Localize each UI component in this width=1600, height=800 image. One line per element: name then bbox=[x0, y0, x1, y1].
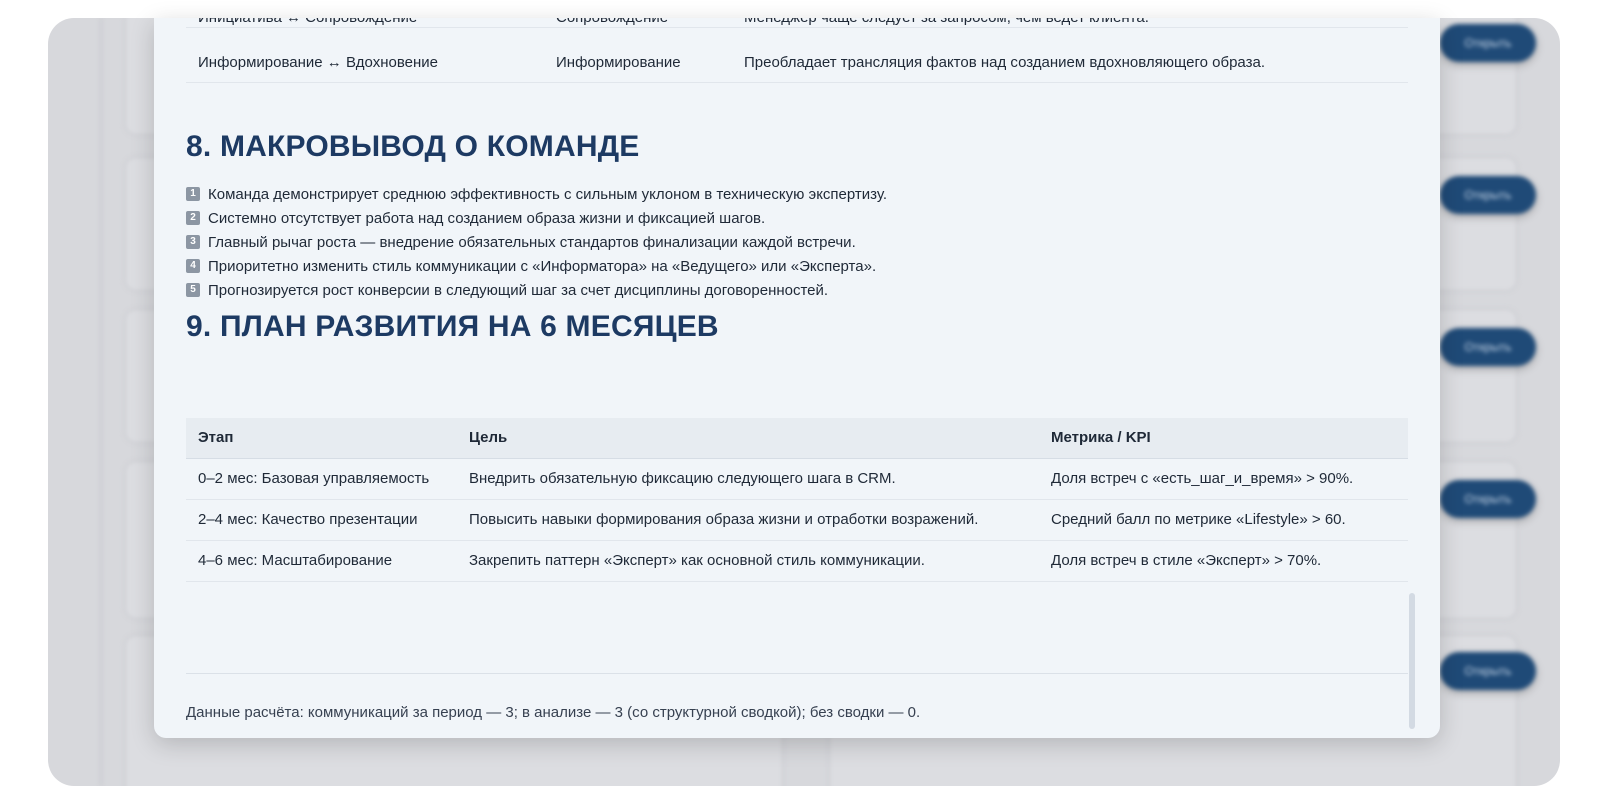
dominant-cell: Сопровождение bbox=[556, 18, 668, 26]
shift-cell: Инициатива ↔ Сопровождение bbox=[198, 18, 417, 26]
backdrop-rail bbox=[100, 18, 102, 786]
conclusion-list: 1 Команда демонстрирует среднюю эффективн… bbox=[186, 182, 887, 302]
section-title-plan: 9. ПЛАН РАЗВИТИЯ НА 6 МЕСЯЦЕВ bbox=[186, 310, 719, 343]
number-5-icon: 5 bbox=[186, 283, 200, 297]
table-row: 2–4 мес: Качество презентации Повысить н… bbox=[186, 499, 1408, 541]
metric-cell: Доля встреч в стиле «Эксперт» > 70%. bbox=[1039, 540, 1408, 582]
shift-table: Инициатива ↔ Сопровождение Сопровождение… bbox=[186, 18, 1408, 83]
list-item-text: Команда демонстрирует среднюю эффективно… bbox=[208, 185, 888, 203]
dominant-cell: Информирование bbox=[556, 54, 681, 71]
number-2-icon: 2 bbox=[186, 211, 200, 225]
list-item-text: Главный рычаг роста — внедрение обязател… bbox=[208, 233, 856, 251]
stage-cell: 0–2 мес: Базовая управляемость bbox=[186, 458, 457, 500]
stage-cell: 2–4 мес: Качество презентации bbox=[186, 499, 457, 541]
report-modal: Инициатива ↔ Сопровождение Сопровождение… bbox=[154, 18, 1440, 738]
list-item-text: Приоритетно изменить стиль коммуникации … bbox=[208, 257, 877, 275]
list-item-text: Системно отсутствует работа над создание… bbox=[208, 209, 766, 227]
header-stage: Этап bbox=[186, 418, 457, 459]
number-3-icon: 3 bbox=[186, 235, 200, 249]
list-item: 4 Приоритетно изменить стиль коммуникации… bbox=[186, 254, 887, 278]
footer-divider bbox=[186, 673, 1408, 674]
metric-cell: Доля встреч с «есть_шаг_и_время» > 90%. bbox=[1039, 458, 1408, 500]
development-plan-table: Этап Цель Метрика / KPI 0–2 мес: Базовая… bbox=[186, 418, 1408, 582]
stage-cell: 4–6 мес: Масштабирование bbox=[186, 540, 457, 582]
section-title-conclusion: 8. МАКРОВЫВОД О КОМАНДЕ bbox=[186, 130, 640, 163]
open-button[interactable]: Открыть bbox=[1440, 176, 1536, 214]
shift-cell: Информирование ↔ Вдохновение bbox=[198, 54, 438, 71]
open-button[interactable]: Открыть bbox=[1440, 652, 1536, 690]
metric-cell: Средний балл по метрике «Lifestyle» > 60… bbox=[1039, 499, 1408, 541]
list-item: 2 Системно отсутствует работа над создани… bbox=[186, 206, 887, 230]
table-row: 4–6 мес: Масштабирование Закрепить патте… bbox=[186, 540, 1408, 582]
number-4-icon: 4 bbox=[186, 259, 200, 273]
comment-cell: Преобладает трансляция фактов над создан… bbox=[744, 54, 1265, 71]
open-button[interactable]: Открыть bbox=[1440, 24, 1536, 62]
table-row: Информирование ↔ Вдохновение Информирова… bbox=[186, 45, 1408, 83]
table-row: Инициатива ↔ Сопровождение Сопровождение… bbox=[186, 18, 1408, 28]
table-header-row: Этап Цель Метрика / KPI bbox=[186, 418, 1408, 459]
header-metric: Метрика / KPI bbox=[1039, 418, 1408, 459]
number-1-icon: 1 bbox=[186, 187, 200, 201]
goal-cell: Закрепить паттерн «Эксперт» как основной… bbox=[457, 540, 1039, 582]
open-button[interactable]: Открыть bbox=[1440, 480, 1536, 518]
open-button[interactable]: Открыть bbox=[1440, 328, 1536, 366]
modal-scrollbar[interactable] bbox=[1409, 593, 1415, 729]
list-item: 5 Прогнозируется рост конверсии в следующ… bbox=[186, 278, 887, 302]
list-item: 3 Главный рычаг роста — внедрение обязате… bbox=[186, 230, 887, 254]
calculation-note: Данные расчёта: коммуникаций за период —… bbox=[186, 704, 921, 721]
goal-cell: Повысить навыки формирования образа жизн… bbox=[457, 499, 1039, 541]
comment-cell: Менеджер чаще следует за запросом, чем в… bbox=[744, 18, 1149, 26]
header-goal: Цель bbox=[457, 418, 1039, 459]
list-item-text: Прогнозируется рост конверсии в следующи… bbox=[208, 281, 829, 299]
goal-cell: Внедрить обязательную фиксацию следующег… bbox=[457, 458, 1039, 500]
table-row: 0–2 мес: Базовая управляемость Внедрить … bbox=[186, 458, 1408, 500]
list-item: 1 Команда демонстрирует среднюю эффективн… bbox=[186, 182, 887, 206]
